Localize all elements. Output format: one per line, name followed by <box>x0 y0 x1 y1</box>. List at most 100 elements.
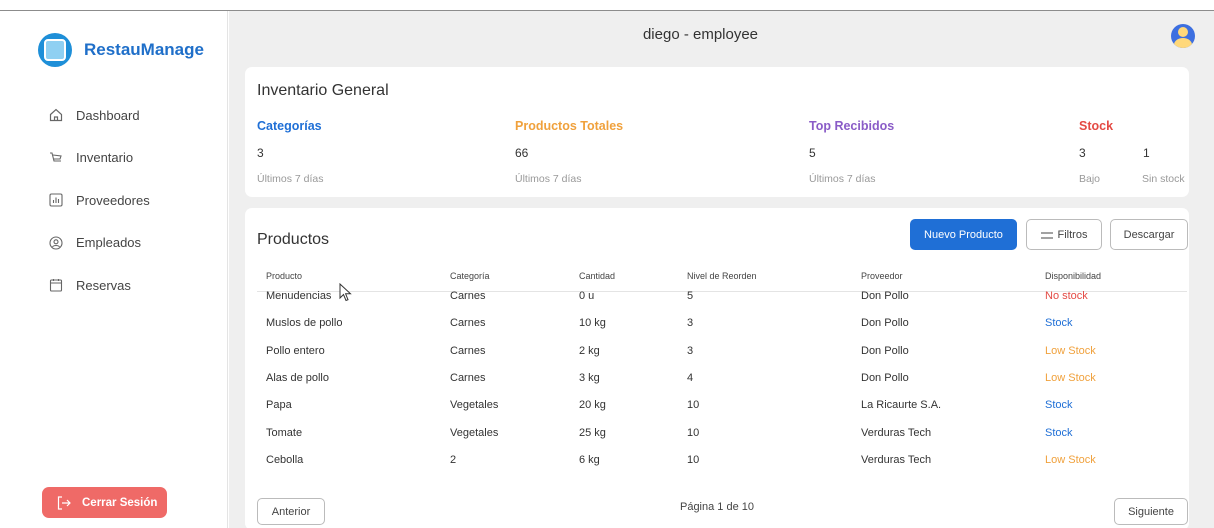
cell-categoria: Vegetales <box>450 426 499 439</box>
cell-producto: Pollo entero <box>266 344 325 357</box>
inventory-summary-card: Inventario General Categorías 3 Últimos … <box>245 67 1189 197</box>
cell-producto: Papa <box>266 399 292 412</box>
cell-categoria: 2 <box>450 453 457 466</box>
table-row[interactable]: Menudencias Carnes 0 u 5 Don Pollo No stock <box>245 282 1189 309</box>
cell-nivel-reorden: 4 <box>687 371 694 384</box>
stat-top-value: 5 <box>809 146 816 160</box>
cell-producto: Tomate <box>266 426 303 439</box>
calendar-icon <box>48 277 64 293</box>
table-row[interactable]: Pollo entero Carnes 2 kg 3 Don Pollo Low Stoc… <box>245 337 1189 364</box>
cell-disponibilidad: Stock <box>1045 399 1073 412</box>
cell-proveedor: Verduras Tech <box>861 453 932 466</box>
sidebar-item-inventario[interactable]: Inventario <box>48 137 150 180</box>
cart-icon <box>48 150 64 166</box>
logout-icon <box>56 495 72 511</box>
cell-categoria: Carnes <box>450 344 486 357</box>
table-row[interactable]: Alas de pollo Carnes 3 kg 4 Don Pollo Low Sto… <box>245 364 1189 391</box>
avatar[interactable] <box>1171 24 1195 48</box>
sidebar: RestauManage Dashboard Inventario Provee… <box>0 11 228 528</box>
cell-disponibilidad: Low Stock <box>1045 344 1096 357</box>
cell-nivel-reorden: 10 <box>687 399 700 412</box>
sidebar-item-empleados[interactable]: Empleados <box>48 222 150 265</box>
stat-productos-value: 66 <box>515 146 529 160</box>
cell-cantidad: 6 kg <box>579 453 600 466</box>
column-header-producto[interactable]: Producto <box>266 271 302 281</box>
cell-proveedor: Don Pollo <box>861 317 909 330</box>
column-header-cantidad[interactable]: Cantidad <box>579 271 615 281</box>
cell-categoria: Carnes <box>450 371 486 384</box>
brand[interactable]: RestauManage <box>38 33 204 67</box>
main-content: diego - employee Inventario General Cate… <box>229 11 1214 528</box>
cell-nivel-reorden: 3 <box>687 344 694 357</box>
stat-top-period: Últimos 7 días <box>809 173 876 185</box>
stat-productos-period: Últimos 7 días <box>515 173 582 185</box>
cell-categoria: Carnes <box>450 290 486 302</box>
cell-disponibilidad: No stock <box>1045 290 1088 302</box>
cell-producto: Menudencias <box>266 290 332 302</box>
cell-cantidad: 20 kg <box>579 399 606 412</box>
sidebar-item-label: Proveedores <box>76 192 150 208</box>
page-indicator: Página 1 de 10 <box>679 501 754 513</box>
column-header-disponibilidad[interactable]: Disponibilidad <box>1045 271 1101 281</box>
stat-categorias-label: Categorías <box>257 119 322 133</box>
sidebar-item-proveedores[interactable]: Proveedores <box>48 179 150 222</box>
cell-disponibilidad: Stock <box>1045 426 1073 439</box>
cell-cantidad: 3 kg <box>579 371 600 384</box>
table-row[interactable]: Papa Vegetales 20 kg 10 La Ricaurte S.A. Stoc… <box>245 391 1189 418</box>
filter-icon <box>1040 231 1053 239</box>
cell-cantidad: 2 kg <box>579 344 600 357</box>
filter-button[interactable]: Filtros <box>1026 219 1102 250</box>
cell-cantidad: 10 kg <box>579 317 606 330</box>
logout-label: Cerrar Sesión <box>82 496 158 509</box>
products-title: Productos <box>257 231 330 248</box>
cell-producto: Muslos de pollo <box>266 317 343 330</box>
sidebar-item-label: Inventario <box>76 150 134 166</box>
table-row[interactable]: Tomate Vegetales 25 kg 10 Verduras Tech Stock <box>245 419 1189 446</box>
user-circle-icon <box>48 235 64 251</box>
sidebar-item-label: Dashboard <box>76 107 140 123</box>
restaurant-logo-icon <box>38 33 72 67</box>
brand-name: RestauManage <box>84 40 204 59</box>
stat-stock-label: Stock <box>1079 119 1114 133</box>
stat-top-label: Top Recibidos <box>809 119 895 133</box>
new-product-button[interactable]: Nuevo Producto <box>910 219 1017 250</box>
chart-icon <box>48 192 64 208</box>
cell-cantidad: 25 kg <box>579 426 606 439</box>
stat-stock-bajo-value: 3 <box>1079 146 1086 160</box>
column-header-proveedor[interactable]: Proveedor <box>861 271 903 281</box>
cell-nivel-reorden: 3 <box>687 317 694 330</box>
mouse-cursor-icon <box>339 283 352 302</box>
next-page-button[interactable]: Siguiente <box>1114 498 1188 525</box>
cell-producto: Cebolla <box>266 453 304 466</box>
download-button[interactable]: Descargar <box>1110 219 1188 250</box>
sidebar-item-label: Empleados <box>76 235 142 251</box>
cell-proveedor: Verduras Tech <box>861 426 932 439</box>
stat-stock-bajo-label: Bajo <box>1079 173 1101 185</box>
stat-stock-sin-value: 1 <box>1143 146 1150 160</box>
sidebar-item-dashboard[interactable]: Dashboard <box>48 94 150 137</box>
column-header-categoria[interactable]: Categoría <box>450 271 490 281</box>
logout-button[interactable]: Cerrar Sesión <box>42 487 167 518</box>
sidebar-item-reservas[interactable]: Reservas <box>48 264 150 307</box>
cell-proveedor: Don Pollo <box>861 290 909 302</box>
sidebar-item-label: Reservas <box>76 277 131 293</box>
products-card: Productos Nuevo Producto Filtros Descarg… <box>245 208 1189 528</box>
sidebar-nav: Dashboard Inventario Proveedores Emplead… <box>48 94 150 307</box>
stat-productos-label: Productos Totales <box>515 119 624 133</box>
table-row[interactable]: Muslos de pollo Carnes 10 kg 3 Don Pollo Stoc… <box>245 309 1189 336</box>
table-row[interactable]: Cebolla 2 6 kg 10 Verduras Tech Low Stock <box>245 446 1189 473</box>
cell-cantidad: 0 u <box>579 290 595 302</box>
cell-nivel-reorden: 5 <box>687 290 694 302</box>
stat-categorias-value: 3 <box>257 146 264 160</box>
cell-disponibilidad: Stock <box>1045 317 1073 330</box>
cell-disponibilidad: Low Stock <box>1045 371 1096 384</box>
cell-proveedor: Don Pollo <box>861 371 909 384</box>
cell-disponibilidad: Low Stock <box>1045 453 1096 466</box>
filter-label: Filtros <box>1057 228 1088 241</box>
inventory-title: Inventario General <box>257 82 389 99</box>
stat-stock-sin-label: Sin stock <box>1142 173 1185 185</box>
cell-proveedor: La Ricaurte S.A. <box>861 399 942 412</box>
home-icon <box>48 107 64 123</box>
cell-nivel-reorden: 10 <box>687 453 700 466</box>
column-header-nivel-reorden[interactable]: Nivel de Reorden <box>687 271 757 281</box>
